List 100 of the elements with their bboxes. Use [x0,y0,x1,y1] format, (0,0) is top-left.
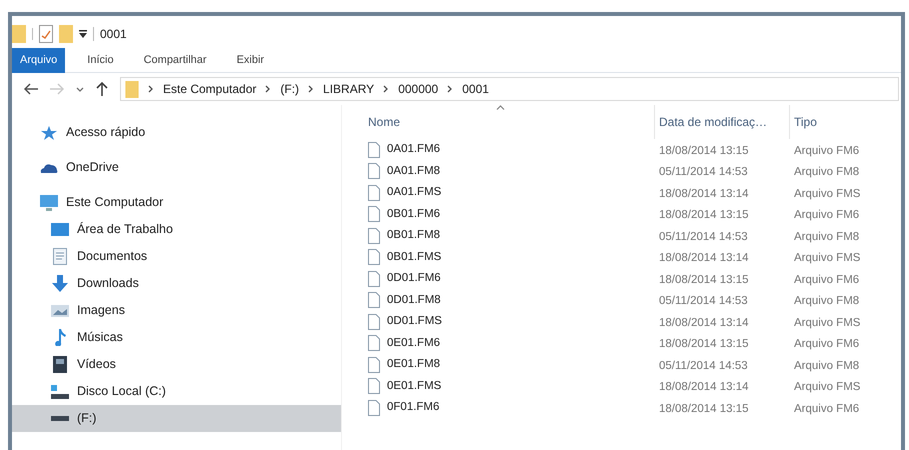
file-type: Arquivo FMS [794,188,860,200]
ribbon-tab[interactable]: Arquivo [12,48,66,72]
ribbon-tab[interactable]: Início [79,48,122,72]
address-bar[interactable]: Este Computador (F:) LIBRARY 000000 0001 [120,77,899,101]
dropdown-icon[interactable] [79,30,87,38]
file-name: 0E01.FM6 [387,336,440,351]
file-icon [368,142,380,158]
file-type: Arquivo FM6 [794,144,860,157]
file-type: Arquivo FM8 [794,295,860,308]
file-row[interactable]: 0A01.FM8 05/11/2014 14:53 Arquivo FM8 [364,160,901,182]
file-type: Arquivo FM6 [794,402,860,415]
modified-date: 05/11/2014 14:53 [659,360,748,372]
file-icon [368,270,380,287]
sidebar-item[interactable]: Disco Local (C:) [12,378,341,405]
file-type: Arquivo FM6 [794,274,860,286]
modified-date: 18/08/2014 13:15 [659,209,749,222]
ribbon-tab[interactable]: Compartilhar [136,48,215,72]
desktop-icon [51,223,69,236]
breadcrumb-item[interactable]: LIBRARY [323,80,374,98]
modified-date: 18/08/2014 13:14 [659,316,749,329]
chevron-right-icon [383,85,390,93]
sort-caret-icon [496,105,505,110]
column-header[interactable]: Data de modificaç… [654,105,789,139]
file-type: Arquivo FMS [794,252,860,264]
file-icon [368,400,380,416]
file-name: 0A01.FMS [387,185,442,200]
folder-icon [12,25,26,43]
sidebar-item[interactable]: Imagens [12,297,341,324]
file-icon [368,184,380,201]
new-folder-icon [59,25,73,43]
folder-icon [125,80,139,98]
back-arrow-icon[interactable] [24,83,38,95]
drive-icon [51,416,69,421]
file-icon [368,314,380,330]
sidebar-item[interactable]: Este Computador [12,189,341,216]
file-icon [368,163,380,180]
file-row[interactable]: 0E01.FMS 18/08/2014 13:14 Arquivo FMS [364,376,901,397]
sidebar-item[interactable]: OneDrive [12,154,341,181]
modified-date: 05/11/2014 14:53 [659,230,748,243]
hard-drive-icon [51,384,69,398]
music-note-icon [54,329,66,346]
sidebar-item[interactable]: Acesso rápido [12,119,341,146]
file-row[interactable]: 0A01.FMS 18/08/2014 13:14 Arquivo FMS [364,182,901,204]
modified-date: 18/08/2014 13:15 [659,144,749,157]
properties-icon[interactable] [39,25,53,43]
ribbon-tab[interactable]: Exibir [228,48,272,72]
file-name: 0E01.FMS [387,378,442,394]
column-header[interactable]: Nome [364,105,654,139]
file-row[interactable]: 0B01.FM8 05/11/2014 14:53 Arquivo FM8 [364,225,901,246]
sidebar-item[interactable]: Documentos [12,243,341,270]
file-name: 0D01.FMS [387,314,442,330]
modified-date: 18/08/2014 13:15 [659,338,749,350]
file-name: 0B01.FMS [387,250,442,265]
file-type: Arquivo FM8 [794,230,860,243]
file-type: Arquivo FMS [794,316,860,329]
monitor-icon [40,194,58,210]
file-row[interactable]: 0D01.FMS 18/08/2014 13:14 Arquivo FMS [364,311,901,332]
sidebar-item[interactable]: Músicas [12,324,341,351]
breadcrumb-item[interactable]: 0001 [462,80,489,98]
window-title: 0001 [100,26,127,43]
file-name: 0D01.FM8 [387,292,441,308]
file-row[interactable]: 0F01.FM6 18/08/2014 13:15 Arquivo FM6 [364,397,901,418]
file-row[interactable]: 0B01.FM6 18/08/2014 13:15 Arquivo FM6 [364,204,901,225]
document-icon [53,248,67,265]
sidebar-item[interactable]: Área de Trabalho [12,216,341,243]
modified-date: 18/08/2014 13:14 [659,252,749,264]
chevron-right-icon [447,85,454,93]
cloud-icon [40,162,58,172]
file-type: Arquivo FM8 [794,166,860,178]
file-type: Arquivo FM8 [794,360,860,372]
breadcrumb-item[interactable]: (F:) [280,80,300,98]
breadcrumb-item[interactable]: 000000 [398,80,438,98]
sidebar-item[interactable]: Vídeos [12,351,341,378]
file-name: 0D01.FM6 [387,271,441,286]
file-icon [368,335,380,352]
file-name: 0B01.FM8 [387,228,440,244]
modified-date: 05/11/2014 14:53 [659,166,748,178]
file-row[interactable]: 0E01.FM6 18/08/2014 13:15 Arquivo FM6 [364,332,901,354]
download-arrow-icon [52,275,68,292]
file-type: Arquivo FM6 [794,338,860,350]
column-header[interactable]: Tipo [789,105,899,139]
file-name: 0E01.FM8 [387,357,440,372]
file-row[interactable]: 0E01.FM8 05/11/2014 14:53 Arquivo FM8 [364,354,901,376]
chevron-down-icon[interactable] [76,86,84,92]
modified-date: 05/11/2014 14:53 [659,295,748,308]
file-row[interactable]: 0D01.FM8 05/11/2014 14:53 Arquivo FM8 [364,290,901,311]
file-icon [368,378,380,394]
star-icon [41,126,57,140]
up-arrow-icon[interactable] [96,82,108,96]
file-icon [368,356,380,373]
sidebar-item[interactable]: (F:) [12,405,341,432]
file-row[interactable]: 0B01.FMS 18/08/2014 13:14 Arquivo FMS [364,246,901,268]
chevron-right-icon [148,85,154,93]
breadcrumb-item[interactable]: Este Computador [163,80,256,98]
sidebar-item[interactable]: Downloads [12,270,341,297]
file-row[interactable]: 0A01.FM6 18/08/2014 13:15 Arquivo FM6 [364,139,901,160]
film-icon [53,356,67,373]
file-icon [368,249,380,266]
file-row[interactable]: 0D01.FM6 18/08/2014 13:15 Arquivo FM6 [364,268,901,290]
chevron-right-icon [265,85,272,93]
